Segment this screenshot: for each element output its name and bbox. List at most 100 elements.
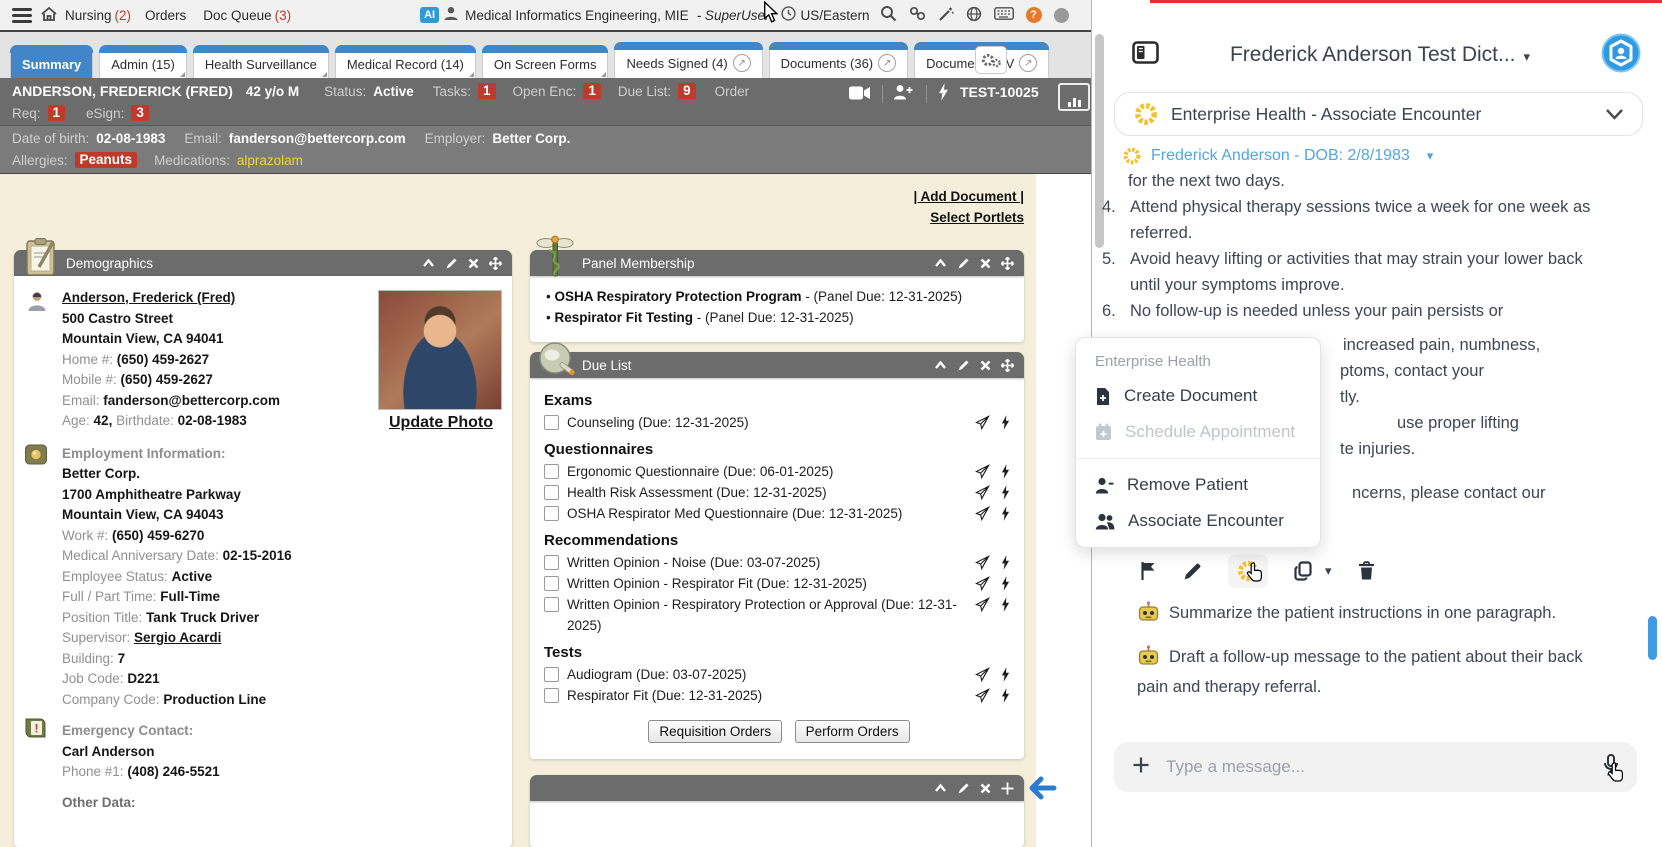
send-order-icon[interactable] [975,555,990,570]
prompt-suggestion[interactable]: Draft a follow-up message to the patient… [1137,642,1615,702]
patient-context-link[interactable]: Frederick Anderson - DOB: 2/8/1983 ▾ [1122,146,1433,166]
tab-on-screen-forms[interactable]: On Screen Forms [481,45,609,78]
flag-icon[interactable] [1140,561,1157,581]
send-order-icon[interactable] [975,506,990,521]
tab-needs-signed[interactable]: Needs Signed (4) ↗ [614,42,763,78]
hamburger-menu-icon[interactable] [12,5,32,26]
open-enc-count-badge[interactable]: 1 [583,83,601,99]
perform-bolt-icon[interactable] [1001,667,1010,682]
allergy-badge[interactable]: Peanuts [74,152,138,168]
add-person-icon[interactable] [893,84,914,103]
tab-documents[interactable]: Documents (36) ↗ [768,42,909,78]
tab-medical-record[interactable]: Medical Record (14) [334,45,476,78]
edit-portlet-icon[interactable] [445,257,458,270]
order-link[interactable]: Order [715,84,750,99]
medication-value[interactable]: alprazolam [237,153,303,168]
checkbox[interactable] [544,688,559,703]
edit-portlet-icon[interactable] [957,257,970,270]
external-link-icon[interactable]: ↗ [878,54,897,72]
send-order-icon[interactable] [975,597,990,612]
close-portlet-icon[interactable] [980,258,991,269]
copy-icon[interactable]: ▾ [1294,561,1332,581]
send-order-icon[interactable] [975,464,990,479]
perform-bolt-icon[interactable] [1001,576,1010,591]
send-order-icon[interactable] [975,576,990,591]
wand-icon[interactable] [938,6,954,25]
context-selector[interactable]: Enterprise Health - Associate Encounter [1114,92,1643,136]
microphone-icon[interactable] [1603,753,1623,782]
patient-name-link[interactable]: Anderson, Frederick (Fred) [62,290,235,305]
move-portlet-icon[interactable] [1001,256,1014,270]
close-portlet-icon[interactable] [980,360,991,371]
req-count-badge[interactable]: 1 [47,105,66,121]
edit-portlet-icon[interactable] [957,782,970,795]
collapse-portlet-icon[interactable] [934,258,947,268]
menu-item-remove-patient[interactable]: Remove Patient [1095,475,1301,495]
menu-doc-queue[interactable]: Doc Queue (3) [196,8,298,23]
delete-trash-icon[interactable] [1358,561,1375,581]
supervisor-link[interactable]: Sergio Acardi [134,630,221,645]
checkbox[interactable] [544,576,559,591]
perform-bolt-icon[interactable] [1001,597,1010,612]
collapse-portlet-icon[interactable] [934,360,947,370]
move-portlet-icon[interactable] [1001,358,1014,372]
menu-item-associate-encounter[interactable]: Associate Encounter [1095,511,1301,531]
tasks-count-badge[interactable]: 1 [478,83,496,99]
sidebar-toggle-icon[interactable] [1132,41,1159,69]
collapse-portlet-icon[interactable] [934,783,947,793]
menu-item-create-document[interactable]: Create Document [1095,386,1301,406]
move-portlet-icon[interactable] [1001,782,1014,795]
add-attachment-icon[interactable] [1132,756,1150,779]
send-order-icon[interactable] [975,688,990,703]
perform-bolt-icon[interactable] [1001,415,1010,430]
collapse-panel-arrow-icon[interactable] [1026,774,1058,807]
keyboard-icon[interactable] [993,7,1014,23]
send-order-icon[interactable] [975,415,990,430]
checkbox[interactable] [544,597,559,612]
perform-bolt-icon[interactable] [1001,688,1010,703]
checkbox[interactable] [544,555,559,570]
checkbox[interactable] [544,506,559,521]
edit-portlet-icon[interactable] [957,359,970,372]
help-icon[interactable]: ? [1025,7,1042,23]
conversation-title[interactable]: Frederick Anderson Test Dict... ▾ [1159,43,1601,67]
tab-admin[interactable]: Admin (15) [99,45,187,78]
update-photo-link[interactable]: Update Photo [389,414,493,431]
send-order-icon[interactable] [975,667,990,682]
checkbox[interactable] [544,485,559,500]
perform-bolt-icon[interactable] [1001,506,1010,521]
requisition-orders-button[interactable]: Requisition Orders [648,720,783,743]
link-icon[interactable] [909,6,926,24]
quick-action-bolt-icon[interactable] [938,83,949,104]
checkbox[interactable] [544,667,559,682]
collapse-portlet-icon[interactable] [422,258,435,268]
globe-icon[interactable] [966,6,982,25]
perform-bolt-icon[interactable] [1001,555,1010,570]
tab-summary[interactable]: Summary [10,45,94,78]
enterprise-health-actions-icon[interactable] [1228,554,1268,588]
close-portlet-icon[interactable] [980,783,991,794]
tab-health-surveillance[interactable]: Health Surveillance [192,45,329,78]
checkbox[interactable] [544,415,559,430]
search-icon[interactable] [880,5,897,25]
external-link-icon[interactable]: ↗ [732,54,751,72]
menu-orders[interactable]: Orders [138,8,196,23]
external-link-icon[interactable]: ↗ [1019,54,1038,72]
message-input[interactable] [1164,756,1589,778]
due-list-count-badge[interactable]: 9 [678,83,696,99]
home-icon[interactable] [40,6,58,25]
send-order-icon[interactable] [975,485,990,500]
tab-settings-gears-icon[interactable] [975,46,1007,74]
edit-pencil-icon[interactable] [1183,562,1202,581]
video-camera-icon[interactable] [849,86,871,103]
add-document-link[interactable]: | Add Document | [913,189,1024,204]
menu-item-schedule-appointment[interactable]: Schedule Appointment [1095,422,1301,442]
prompt-suggestion[interactable]: Summarize the patient instructions in on… [1137,598,1615,628]
move-portlet-icon[interactable] [489,256,502,270]
perform-orders-button[interactable]: Perform Orders [794,720,910,743]
esign-count-badge[interactable]: 3 [131,105,149,121]
select-portlets-link[interactable]: Select Portlets [930,210,1024,225]
flowsheet-chart-icon[interactable] [1058,83,1090,111]
close-portlet-icon[interactable] [468,258,479,269]
perform-bolt-icon[interactable] [1001,464,1010,479]
